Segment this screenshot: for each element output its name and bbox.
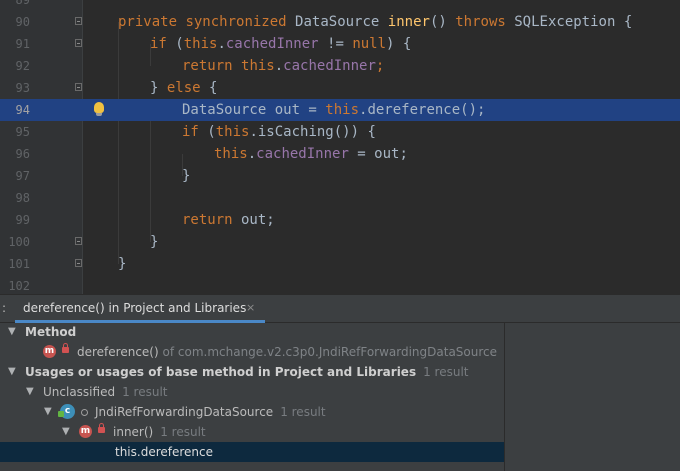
code-line[interactable]: 99 return out; (0, 209, 680, 231)
tree-node-label: JndiRefForwardingDataSource 1 result (95, 405, 326, 419)
class-icon: c (58, 404, 75, 419)
intention-bulb-icon[interactable] (94, 102, 104, 116)
method-icon: m (79, 425, 92, 438)
code-line[interactable]: 101 } (0, 253, 680, 275)
code-line[interactable]: 96 this.cachedInner = out; (0, 143, 680, 165)
find-usages-panel: : dereference() in Project and Libraries… (0, 295, 680, 471)
fold-marker-icon[interactable] (75, 39, 82, 47)
tree-node-method[interactable]: ▼ Method (0, 322, 504, 342)
line-number: 98 (15, 191, 30, 205)
code-text: if (this.cachedInner != null) { (150, 36, 412, 52)
code-text: } else { (150, 80, 218, 96)
preview-separator (504, 322, 505, 471)
code-text: this.cachedInner = out; (214, 146, 408, 162)
line-number: 95 (15, 125, 30, 139)
code-line[interactable]: 97 } (0, 165, 680, 187)
line-number: 99 (15, 213, 30, 227)
code-line[interactable]: 95 if (this.isCaching()) { (0, 121, 680, 143)
expand-arrow-icon[interactable]: ▼ (44, 402, 52, 422)
code-text: } (118, 256, 127, 272)
code-text: DataSource out = this.dereference(); (182, 102, 486, 118)
line-number: 91 (15, 37, 30, 51)
code-line-highlighted[interactable]: 94 DataSource out = this.dereference(); (0, 99, 680, 121)
tab-prefix: : (2, 301, 7, 315)
expand-arrow-icon[interactable]: ▼ (8, 322, 16, 342)
tree-node-inner[interactable]: ▼ m inner() 1 result (0, 422, 504, 442)
tree-node-class[interactable]: ▼ c JndiRefForwardingDataSource 1 result (0, 402, 504, 422)
method-icon: m (43, 345, 56, 358)
line-number: 102 (8, 279, 30, 293)
line-number: 96 (15, 147, 30, 161)
tree-node-usage[interactable]: this.dereference (0, 442, 504, 462)
tree-node-label: this.dereference (115, 445, 214, 459)
line-number: 90 (15, 15, 30, 29)
code-text: } (150, 234, 159, 250)
expand-arrow-icon[interactable]: ▼ (62, 422, 70, 442)
code-text: if (this.isCaching()) { (182, 124, 376, 140)
code-text: return out; (182, 212, 275, 228)
code-line[interactable]: 92 return this.cachedInner; (0, 55, 680, 77)
tree-node-usages[interactable]: ▼ Usages or usages of base method in Pro… (0, 362, 504, 382)
fold-marker-icon[interactable] (75, 237, 82, 245)
private-lock-icon (62, 343, 69, 353)
code-line[interactable]: 102 (0, 275, 680, 294)
code-line[interactable]: 100 } (0, 231, 680, 253)
line-number: 93 (15, 81, 30, 95)
line-number: 94 (15, 103, 30, 117)
line-number: 89 (15, 0, 30, 7)
tree-node-label: Method (25, 325, 77, 339)
usages-tree[interactable]: ▼ Method m dereference() of com.mchange.… (0, 322, 504, 471)
expand-arrow-icon[interactable]: ▼ (26, 382, 34, 402)
tab-label: dereference() in Project and Libraries (23, 301, 247, 315)
code-line[interactable]: 93 } else { (0, 77, 680, 99)
fold-marker-icon[interactable] (75, 259, 82, 267)
code-line[interactable]: 90 private synchronized DataSource inner… (0, 11, 680, 33)
code-text: return this.cachedInner; (182, 58, 385, 74)
visibility-dot-icon (81, 409, 88, 416)
private-lock-icon (98, 423, 105, 433)
expand-arrow-icon[interactable]: ▼ (8, 362, 16, 382)
tree-node-label: dereference() of com.mchange.v2.c3p0.Jnd… (77, 345, 498, 359)
code-line[interactable]: 91 if (this.cachedInner != null) { (0, 33, 680, 55)
tree-node-method-target[interactable]: m dereference() of com.mchange.v2.c3p0.J… (0, 342, 504, 362)
code-editor[interactable]: 89 90 private synchronized DataSource in… (0, 0, 680, 294)
tree-node-unclassified[interactable]: ▼ Unclassified 1 result (0, 382, 504, 402)
code-line[interactable]: 89 (0, 0, 680, 11)
fold-marker-icon[interactable] (75, 17, 82, 25)
line-number: 100 (8, 235, 30, 249)
close-icon[interactable]: × (246, 295, 255, 321)
tab-find-results[interactable]: dereference() in Project and Libraries × (15, 295, 265, 323)
line-number: 97 (15, 169, 30, 183)
tree-node-label: Usages or usages of base method in Proje… (25, 365, 469, 379)
find-tab-bar: : dereference() in Project and Libraries… (0, 295, 680, 323)
code-text: private synchronized DataSource inner() … (118, 14, 633, 30)
fold-marker-icon[interactable] (75, 83, 82, 91)
code-line[interactable]: 98 (0, 187, 680, 209)
code-text: } (182, 168, 191, 184)
line-number: 101 (8, 257, 30, 271)
tree-node-label: inner() 1 result (113, 425, 206, 439)
line-number: 92 (15, 59, 30, 73)
tree-node-label: Unclassified 1 result (43, 385, 168, 399)
